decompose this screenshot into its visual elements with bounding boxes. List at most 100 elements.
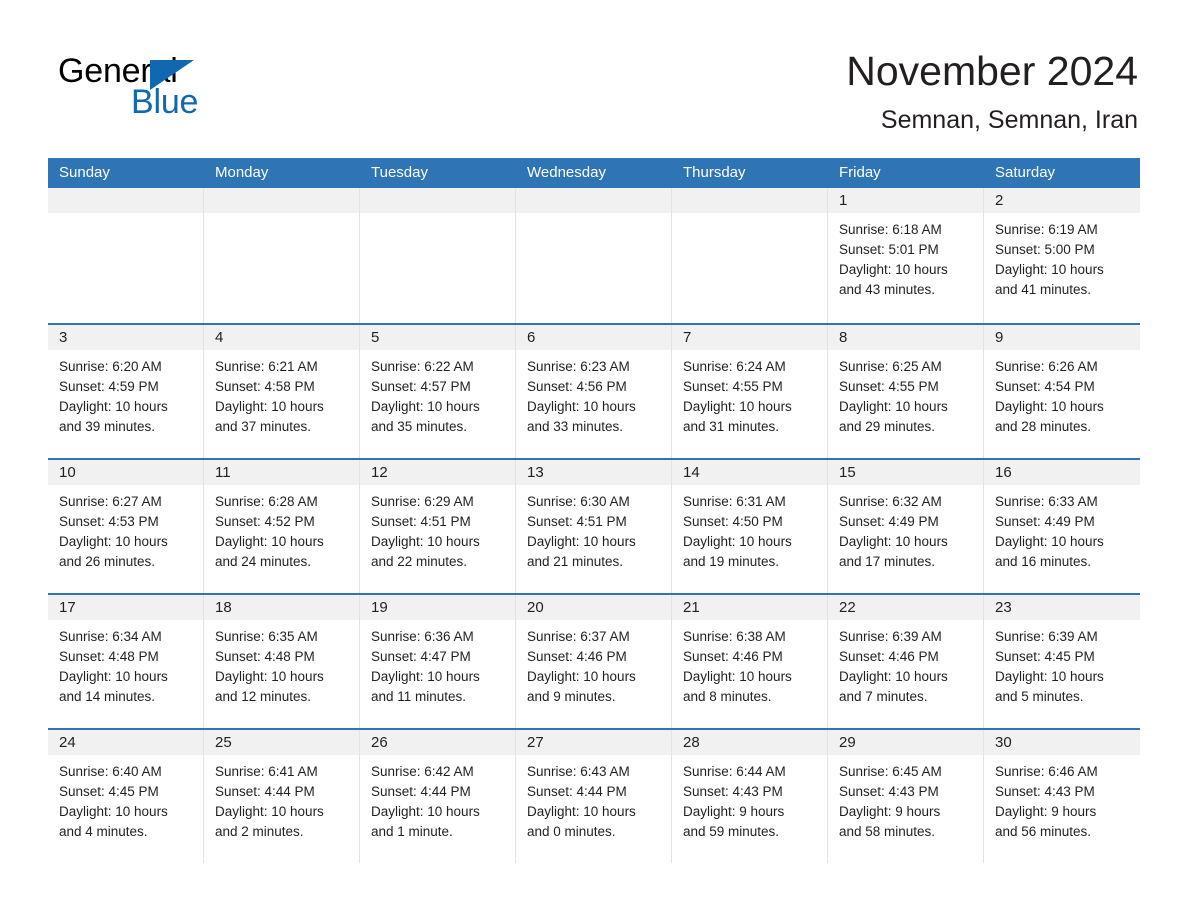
day-number-band: 20: [516, 595, 671, 620]
day-details: Sunrise: 6:44 AM Sunset: 4:43 PM Daylight:…: [672, 755, 827, 842]
day-details: Sunrise: 6:42 AM Sunset: 4:44 PM Daylight:…: [360, 755, 515, 842]
day-details: Sunrise: 6:38 AM Sunset: 4:46 PM Daylight:…: [672, 620, 827, 707]
day-cell-10[interactable]: 10 Sunrise: 6:27 AM Sunset: 4:53 PM Dayligh…: [48, 460, 204, 593]
day-cell-3[interactable]: 3 Sunrise: 6:20 AM Sunset: 4:59 PM Daylight…: [48, 325, 204, 458]
day-number: 15: [839, 464, 856, 481]
calendar-weeks: 1 Sunrise: 6:18 AM Sunset: 5:01 PM Daylight…: [48, 188, 1140, 863]
sunset-text: Sunset: 4:59 PM: [59, 379, 159, 394]
weekday-header-friday: Friday: [839, 164, 881, 181]
sunset-text: Sunset: 4:44 PM: [527, 784, 627, 799]
daylight-text-line2: and 56 minutes.: [995, 824, 1092, 839]
daylight-text-line2: and 41 minutes.: [995, 282, 1092, 297]
day-details: Sunrise: 6:37 AM Sunset: 4:46 PM Daylight:…: [516, 620, 671, 707]
day-cell-1[interactable]: 1 Sunrise: 6:18 AM Sunset: 5:01 PM Daylight…: [828, 188, 984, 323]
day-cell-25[interactable]: 25 Sunrise: 6:41 AM Sunset: 4:44 PM Dayligh…: [204, 730, 360, 863]
day-number: 14: [683, 464, 700, 481]
sunset-text: Sunset: 4:46 PM: [527, 649, 627, 664]
sunrise-text: Sunrise: 6:39 AM: [839, 629, 942, 644]
sunset-text: Sunset: 4:54 PM: [995, 379, 1095, 394]
day-cell-empty: [516, 188, 672, 323]
page-title: November 2024: [846, 48, 1138, 94]
day-cell-6[interactable]: 6 Sunrise: 6:23 AM Sunset: 4:56 PM Daylight…: [516, 325, 672, 458]
brand-logo[interactable]: General Blue: [58, 52, 318, 130]
day-cell-2[interactable]: 2 Sunrise: 6:19 AM Sunset: 5:00 PM Daylight…: [984, 188, 1140, 323]
day-details: Sunrise: 6:45 AM Sunset: 4:43 PM Daylight:…: [828, 755, 983, 842]
day-cell-26[interactable]: 26 Sunrise: 6:42 AM Sunset: 4:44 PM Dayligh…: [360, 730, 516, 863]
day-number: 3: [59, 329, 68, 346]
day-number-band: 5: [360, 325, 515, 350]
sunrise-text: Sunrise: 6:18 AM: [839, 222, 942, 237]
sunset-text: Sunset: 5:01 PM: [839, 242, 939, 257]
day-cell-23[interactable]: 23 Sunrise: 6:39 AM Sunset: 4:45 PM Dayligh…: [984, 595, 1140, 728]
day-cell-14[interactable]: 14 Sunrise: 6:31 AM Sunset: 4:50 PM Dayligh…: [672, 460, 828, 593]
daylight-text-line2: and 9 minutes.: [527, 689, 616, 704]
day-cell-24[interactable]: 24 Sunrise: 6:40 AM Sunset: 4:45 PM Dayligh…: [48, 730, 204, 863]
day-number: 8: [839, 329, 848, 346]
day-number-band: 8: [828, 325, 983, 350]
day-cell-empty: [48, 188, 204, 323]
sunset-text: Sunset: 4:55 PM: [683, 379, 783, 394]
day-cell-empty: [204, 188, 360, 323]
day-number-band: 2: [984, 188, 1140, 213]
day-cell-29[interactable]: 29 Sunrise: 6:45 AM Sunset: 4:43 PM Dayligh…: [828, 730, 984, 863]
daylight-text-line2: and 37 minutes.: [215, 419, 312, 434]
day-cell-21[interactable]: 21 Sunrise: 6:38 AM Sunset: 4:46 PM Dayligh…: [672, 595, 828, 728]
day-cell-22[interactable]: 22 Sunrise: 6:39 AM Sunset: 4:46 PM Dayligh…: [828, 595, 984, 728]
day-number-band: 6: [516, 325, 671, 350]
day-number-band: 14: [672, 460, 827, 485]
day-cell-30[interactable]: 30 Sunrise: 6:46 AM Sunset: 4:43 PM Dayligh…: [984, 730, 1140, 863]
day-cell-12[interactable]: 12 Sunrise: 6:29 AM Sunset: 4:51 PM Dayligh…: [360, 460, 516, 593]
day-cell-17[interactable]: 17 Sunrise: 6:34 AM Sunset: 4:48 PM Dayligh…: [48, 595, 204, 728]
daylight-text-line2: and 31 minutes.: [683, 419, 780, 434]
day-cell-16[interactable]: 16 Sunrise: 6:33 AM Sunset: 4:49 PM Dayligh…: [984, 460, 1140, 593]
day-number-band: 1: [828, 188, 983, 213]
day-number: 30: [995, 734, 1012, 751]
sunrise-text: Sunrise: 6:40 AM: [59, 764, 162, 779]
day-cell-28[interactable]: 28 Sunrise: 6:44 AM Sunset: 4:43 PM Dayligh…: [672, 730, 828, 863]
day-cell-20[interactable]: 20 Sunrise: 6:37 AM Sunset: 4:46 PM Dayligh…: [516, 595, 672, 728]
sunset-text: Sunset: 4:45 PM: [59, 784, 159, 799]
title-block: November 2024 Semnan, Semnan, Iran: [846, 46, 1138, 135]
sunset-text: Sunset: 4:53 PM: [59, 514, 159, 529]
day-cell-9[interactable]: 9 Sunrise: 6:26 AM Sunset: 4:54 PM Daylight…: [984, 325, 1140, 458]
daylight-text-line1: Daylight: 10 hours: [215, 399, 324, 414]
day-cell-5[interactable]: 5 Sunrise: 6:22 AM Sunset: 4:57 PM Daylight…: [360, 325, 516, 458]
daylight-text-line2: and 1 minute.: [371, 824, 453, 839]
day-number-band: 30: [984, 730, 1140, 755]
weekday-header-tuesday: Tuesday: [371, 164, 428, 181]
day-details: Sunrise: 6:27 AM Sunset: 4:53 PM Daylight:…: [48, 485, 203, 572]
day-number-band: 24: [48, 730, 203, 755]
day-number: 27: [527, 734, 544, 751]
day-cell-18[interactable]: 18 Sunrise: 6:35 AM Sunset: 4:48 PM Dayligh…: [204, 595, 360, 728]
day-cell-13[interactable]: 13 Sunrise: 6:30 AM Sunset: 4:51 PM Dayligh…: [516, 460, 672, 593]
day-cell-8[interactable]: 8 Sunrise: 6:25 AM Sunset: 4:55 PM Daylight…: [828, 325, 984, 458]
day-cell-19[interactable]: 19 Sunrise: 6:36 AM Sunset: 4:47 PM Dayligh…: [360, 595, 516, 728]
sunrise-text: Sunrise: 6:27 AM: [59, 494, 162, 509]
sunset-text: Sunset: 4:46 PM: [683, 649, 783, 664]
sunset-text: Sunset: 4:51 PM: [371, 514, 471, 529]
sunrise-text: Sunrise: 6:46 AM: [995, 764, 1098, 779]
day-number-band: [672, 188, 827, 213]
day-number: 12: [371, 464, 388, 481]
day-details: Sunrise: 6:31 AM Sunset: 4:50 PM Daylight:…: [672, 485, 827, 572]
day-number: 19: [371, 599, 388, 616]
daylight-text-line2: and 29 minutes.: [839, 419, 936, 434]
day-number: 10: [59, 464, 76, 481]
day-number-band: 10: [48, 460, 203, 485]
daylight-text-line1: Daylight: 10 hours: [371, 804, 480, 819]
daylight-text-line1: Daylight: 9 hours: [839, 804, 941, 819]
day-cell-4[interactable]: 4 Sunrise: 6:21 AM Sunset: 4:58 PM Daylight…: [204, 325, 360, 458]
sunrise-text: Sunrise: 6:43 AM: [527, 764, 630, 779]
day-cell-27[interactable]: 27 Sunrise: 6:43 AM Sunset: 4:44 PM Dayligh…: [516, 730, 672, 863]
day-cell-7[interactable]: 7 Sunrise: 6:24 AM Sunset: 4:55 PM Daylight…: [672, 325, 828, 458]
sunset-text: Sunset: 4:45 PM: [995, 649, 1095, 664]
sunrise-text: Sunrise: 6:45 AM: [839, 764, 942, 779]
daylight-text-line1: Daylight: 10 hours: [683, 399, 792, 414]
day-number: 1: [839, 192, 848, 209]
daylight-text-line2: and 22 minutes.: [371, 554, 468, 569]
sunset-text: Sunset: 4:51 PM: [527, 514, 627, 529]
day-details: Sunrise: 6:24 AM Sunset: 4:55 PM Daylight:…: [672, 350, 827, 437]
weekday-header-thursday: Thursday: [683, 164, 746, 181]
day-cell-15[interactable]: 15 Sunrise: 6:32 AM Sunset: 4:49 PM Dayligh…: [828, 460, 984, 593]
day-cell-11[interactable]: 11 Sunrise: 6:28 AM Sunset: 4:52 PM Dayligh…: [204, 460, 360, 593]
